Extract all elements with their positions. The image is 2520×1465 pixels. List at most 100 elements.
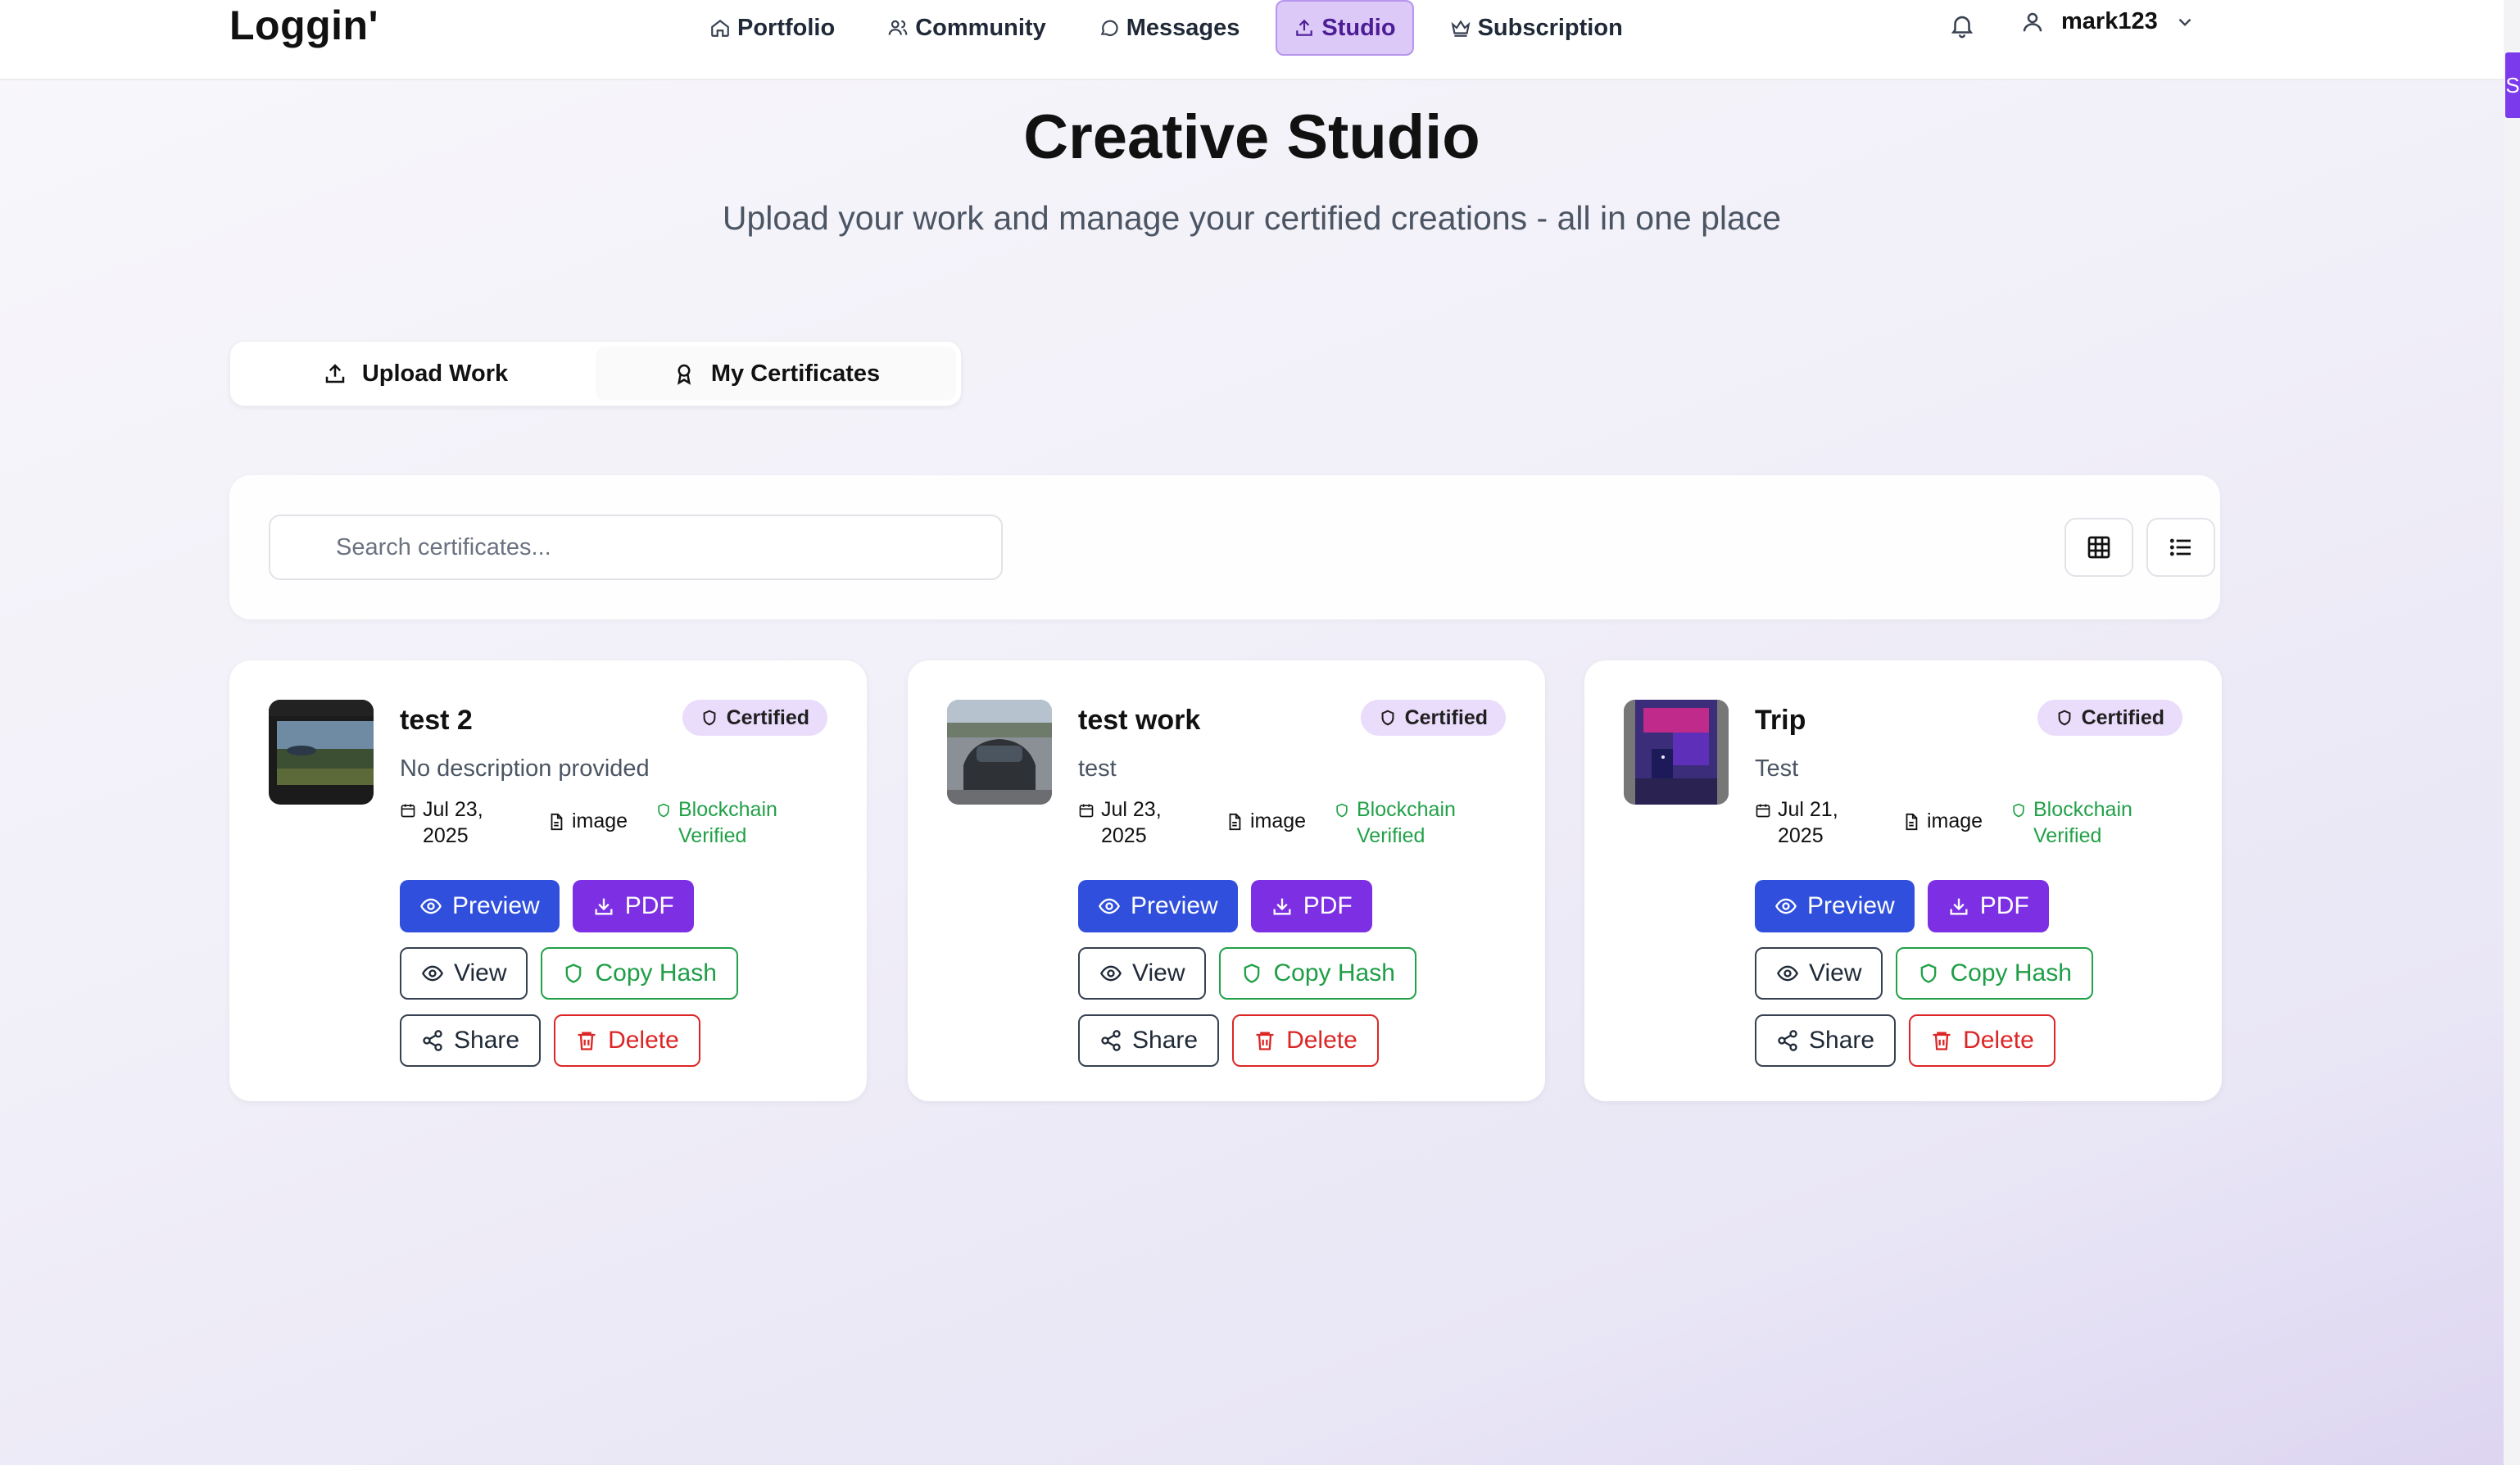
calendar-icon xyxy=(1079,804,1094,818)
copy-hash-button[interactable]: Copy Hash xyxy=(1219,947,1416,1000)
app-logo[interactable]: Loggin' xyxy=(229,2,378,49)
certificate-card: test work Certified test Jul 23, 2025 im… xyxy=(908,660,1545,1101)
bell-icon[interactable] xyxy=(1948,11,1976,39)
page-subtitle: Upload your work and manage your certifi… xyxy=(722,199,1782,237)
shield-icon xyxy=(1336,803,1348,818)
shield-icon xyxy=(1921,964,1937,983)
button-label: Share xyxy=(1809,1027,1875,1054)
file-icon xyxy=(551,813,563,830)
search-input[interactable] xyxy=(269,515,1003,580)
tab-label: Upload Work xyxy=(361,360,509,387)
tab-my-certificates[interactable]: My Certificates xyxy=(596,347,956,401)
nav-item-label: Subscription xyxy=(1477,14,1623,41)
page-title: Creative Studio xyxy=(1023,102,1480,172)
copy-hash-button[interactable]: Copy Hash xyxy=(1896,947,2093,1000)
share-button[interactable]: Share xyxy=(1755,1014,1897,1067)
grid-view-button[interactable] xyxy=(2064,518,2133,577)
calendar-icon xyxy=(401,804,415,818)
shield-icon xyxy=(1244,964,1260,983)
button-label: PDF xyxy=(1303,892,1353,919)
shield-icon xyxy=(703,710,716,726)
award-icon xyxy=(677,364,691,385)
user-menu[interactable]: mark123 xyxy=(2020,8,2196,35)
preview-button[interactable]: Preview xyxy=(1755,880,1915,932)
grid-icon xyxy=(2087,536,2110,559)
button-label: Share xyxy=(1132,1027,1199,1054)
eye-icon xyxy=(422,965,443,982)
file-icon xyxy=(1906,813,1918,830)
view-button[interactable]: View xyxy=(400,947,528,1000)
delete-button[interactable]: Delete xyxy=(554,1014,700,1067)
meta-type: image xyxy=(1902,810,1983,833)
pdf-button[interactable]: PDF xyxy=(1927,880,2049,932)
download-icon xyxy=(1950,898,1968,915)
date-value: Jul 23, 2025 xyxy=(423,798,483,847)
shield-icon xyxy=(658,803,669,818)
button-label: Preview xyxy=(452,892,540,919)
delete-button[interactable]: Delete xyxy=(1909,1014,2055,1067)
nav-item-community[interactable]: Community xyxy=(871,0,1063,56)
type-value: image xyxy=(1927,810,1983,832)
button-row: Preview PDF xyxy=(1078,880,1372,932)
tab-label: My Certificates xyxy=(710,360,881,387)
button-row: Share Delete xyxy=(400,1014,700,1067)
users-icon xyxy=(888,20,908,35)
certified-badge: Certified xyxy=(1360,700,1506,736)
button-row: View Copy Hash xyxy=(1755,947,2093,1000)
thumbnail-image[interactable] xyxy=(269,700,374,805)
preview-button[interactable]: Preview xyxy=(1078,880,1238,932)
certificate-card: test 2 Certified No description provided… xyxy=(229,660,867,1101)
thumbnail-image[interactable] xyxy=(1624,700,1729,805)
pdf-button[interactable]: PDF xyxy=(572,880,694,932)
nav-item-label: Studio xyxy=(1321,14,1396,41)
scrollbar[interactable] xyxy=(2504,0,2520,1465)
badge-label: Certified xyxy=(2081,705,2164,729)
list-view-button[interactable] xyxy=(2146,518,2215,577)
certified-badge: Certified xyxy=(682,700,827,736)
preview-button[interactable]: Preview xyxy=(400,880,560,932)
share-button[interactable]: Share xyxy=(1078,1014,1220,1067)
username: mark123 xyxy=(2061,8,2158,34)
share-icon xyxy=(1778,1030,1797,1051)
copy-hash-button[interactable]: Copy Hash xyxy=(541,947,738,1000)
meta-date: Jul 23, 2025 xyxy=(400,796,523,849)
thumbnail-image[interactable] xyxy=(947,700,1052,805)
badge-label: Certified xyxy=(726,705,809,729)
chevron-down-icon xyxy=(2178,18,2191,26)
delete-button[interactable]: Delete xyxy=(1232,1014,1379,1067)
shield-icon xyxy=(1381,710,1394,726)
button-label: Copy Hash xyxy=(595,959,717,986)
view-button[interactable]: View xyxy=(1755,947,1883,1000)
button-row: View Copy Hash xyxy=(1078,947,1416,1000)
verified-label: Blockchain Verified xyxy=(678,798,777,847)
search-panel xyxy=(229,475,2220,619)
eye-icon xyxy=(1100,965,1122,982)
type-value: image xyxy=(572,810,628,832)
nav-item-studio[interactable]: Studio xyxy=(1276,0,1414,56)
button-label: View xyxy=(1132,959,1185,986)
download-icon xyxy=(1273,898,1291,915)
thumbnail-image xyxy=(1624,700,1729,805)
view-button[interactable]: View xyxy=(1078,947,1207,1000)
certificate-description: Test xyxy=(1755,755,1799,782)
share-icon xyxy=(1101,1030,1121,1051)
share-button[interactable]: Share xyxy=(400,1014,542,1067)
button-label: Copy Hash xyxy=(1273,959,1395,986)
certificate-title: Trip xyxy=(1755,705,1806,736)
nav-item-portfolio[interactable]: Portfolio xyxy=(693,0,851,56)
meta-verified: Blockchain Verified xyxy=(655,796,811,849)
button-row: View Copy Hash xyxy=(400,947,738,1000)
list-icon xyxy=(2169,538,2191,556)
nav-item-messages[interactable]: Messages xyxy=(1082,0,1257,56)
trash-icon xyxy=(578,1032,596,1050)
pdf-button[interactable]: PDF xyxy=(1250,880,1372,932)
eye-icon xyxy=(1775,898,1797,914)
verified-label: Blockchain Verified xyxy=(2033,798,2132,847)
nav-item-subscription[interactable]: Subscription xyxy=(1434,0,1639,56)
side-tab[interactable]: S xyxy=(2505,52,2520,118)
certified-badge: Certified xyxy=(2037,700,2182,736)
tab-upload-work[interactable]: Upload Work xyxy=(235,347,596,401)
meta-verified: Blockchain Verified xyxy=(2010,796,2166,849)
button-label: PDF xyxy=(1979,892,2029,919)
button-label: Share xyxy=(454,1027,520,1054)
